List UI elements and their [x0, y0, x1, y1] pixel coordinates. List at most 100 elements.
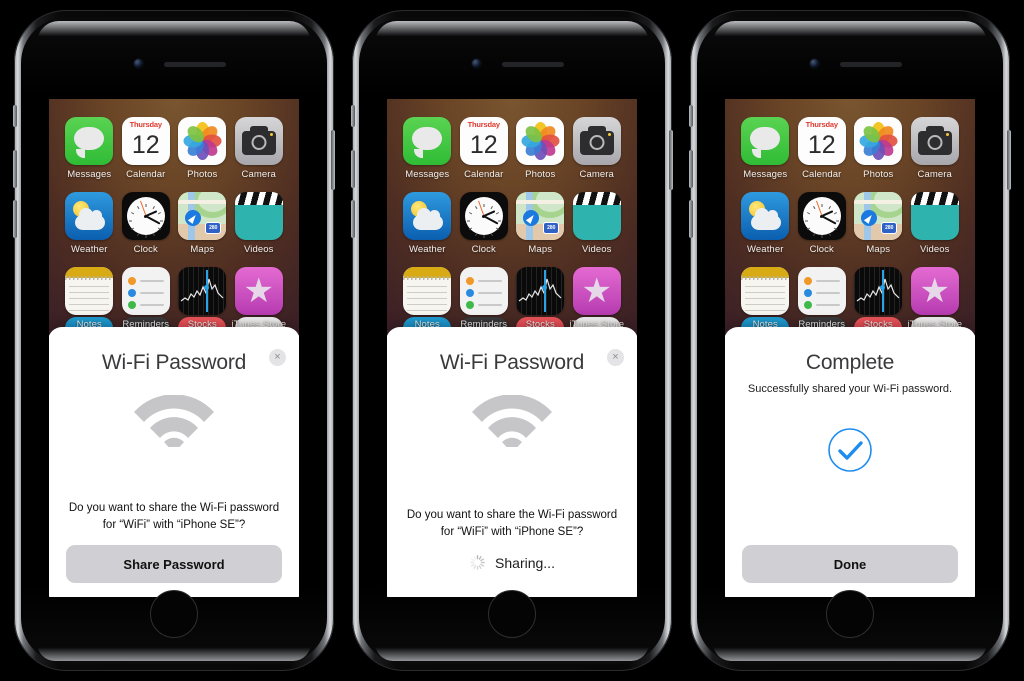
- app-icon-itunes-store[interactable]: ★ iTunes Store: [231, 267, 288, 330]
- app-icon-clock[interactable]: Clock: [456, 192, 513, 255]
- maps-route-shield: 280: [543, 222, 560, 234]
- app-icon-stocks[interactable]: Stocks: [512, 267, 569, 330]
- close-icon[interactable]: ×: [607, 349, 624, 366]
- mute-switch[interactable]: [689, 105, 693, 127]
- app-icon-reminders[interactable]: Reminders: [118, 267, 175, 330]
- photos-icon: [516, 117, 565, 165]
- app-icon-stocks[interactable]: Stocks: [850, 267, 907, 330]
- app-icon-clock[interactable]: Clock: [118, 192, 175, 255]
- app-icon-notes[interactable]: Notes: [737, 267, 794, 330]
- app-icon-photos[interactable]: Photos: [174, 117, 231, 180]
- volume-up-button[interactable]: [351, 150, 355, 188]
- success-indicator: [827, 427, 873, 478]
- app-icon-videos[interactable]: Videos: [907, 192, 964, 255]
- checkmark-circle-icon: [828, 428, 872, 472]
- app-icon-reminders[interactable]: Reminders: [456, 267, 513, 330]
- sheet-title: Wi-Fi Password: [101, 351, 247, 374]
- maps-icon: 280: [178, 192, 227, 240]
- reminders-icon: [459, 267, 508, 315]
- app-icon-calendar[interactable]: Thursday 12 Calendar: [456, 117, 513, 180]
- app-icon-weather[interactable]: Weather: [61, 192, 118, 255]
- app-label: Messages: [405, 169, 450, 180]
- app-icon-notes[interactable]: Notes: [399, 267, 456, 330]
- maps-icon: 280: [516, 192, 565, 240]
- app-label: Messages: [67, 169, 112, 180]
- volume-up-button[interactable]: [13, 150, 17, 188]
- app-label: Maps: [190, 244, 215, 255]
- power-button[interactable]: [1007, 130, 1011, 190]
- wifi-icon: [472, 395, 552, 447]
- volume-down-button[interactable]: [351, 200, 355, 238]
- weather-icon: [65, 192, 114, 240]
- app-label: Photos: [187, 169, 218, 180]
- app-label: Weather: [71, 244, 108, 255]
- weather-icon: [741, 192, 790, 240]
- frame-highlight-top: [713, 21, 987, 43]
- app-icon-camera[interactable]: Camera: [569, 117, 626, 180]
- app-icon-messages[interactable]: Messages: [61, 117, 118, 180]
- app-icon-stocks[interactable]: Stocks: [174, 267, 231, 330]
- volume-down-button[interactable]: [13, 200, 17, 238]
- volume-down-button[interactable]: [689, 200, 693, 238]
- app-icon-videos[interactable]: Videos: [569, 192, 626, 255]
- volume-up-button[interactable]: [689, 150, 693, 188]
- app-icon-messages[interactable]: Messages: [399, 117, 456, 180]
- app-label: Maps: [866, 244, 891, 255]
- stocks-icon: [854, 267, 903, 315]
- photos-icon: [854, 117, 903, 165]
- app-label: Photos: [525, 169, 556, 180]
- notes-icon: [403, 267, 452, 315]
- mute-switch[interactable]: [351, 105, 355, 127]
- frame-highlight-top: [37, 21, 311, 43]
- power-button[interactable]: [669, 130, 673, 190]
- phone-bezel: Messages Thursday 12 Calendar Photos Cam…: [21, 17, 327, 664]
- maps-route-shield: 280: [205, 222, 222, 234]
- app-icon-photos[interactable]: Photos: [512, 117, 569, 180]
- app-icon-messages[interactable]: Messages: [737, 117, 794, 180]
- app-icon-camera[interactable]: Camera: [907, 117, 964, 180]
- app-icon-videos[interactable]: Videos: [231, 192, 288, 255]
- share-password-button[interactable]: Share Password: [66, 545, 282, 583]
- home-button[interactable]: [150, 590, 198, 638]
- camera-icon: [572, 117, 621, 165]
- app-label: Videos: [582, 244, 612, 255]
- app-icon-calendar[interactable]: Thursday 12 Calendar: [794, 117, 851, 180]
- wifi-password-sheet: × Wi-Fi Password Do you want to share th…: [387, 327, 637, 597]
- phone-screen: Messages Thursday 12 Calendar Photos Cam…: [725, 99, 975, 597]
- videos-icon: [234, 192, 283, 240]
- close-icon[interactable]: ×: [269, 349, 286, 366]
- complete-sheet: Complete Successfully shared your Wi-Fi …: [725, 327, 975, 597]
- app-icon-calendar[interactable]: Thursday 12 Calendar: [118, 117, 175, 180]
- app-icon-itunes-store[interactable]: ★ iTunes Store: [907, 267, 964, 330]
- app-icon-camera[interactable]: Camera: [231, 117, 288, 180]
- reminders-icon: [121, 267, 170, 315]
- app-icon-maps[interactable]: 280 Maps: [174, 192, 231, 255]
- app-icon-maps[interactable]: 280 Maps: [850, 192, 907, 255]
- sharing-status-row: Sharing...: [469, 554, 555, 571]
- app-icon-weather[interactable]: Weather: [399, 192, 456, 255]
- app-icon-photos[interactable]: Photos: [850, 117, 907, 180]
- app-icon-weather[interactable]: Weather: [737, 192, 794, 255]
- app-icon-clock[interactable]: Clock: [794, 192, 851, 255]
- home-button[interactable]: [488, 590, 536, 638]
- app-icon-itunes-store[interactable]: ★ iTunes Store: [569, 267, 626, 330]
- photos-icon: [178, 117, 227, 165]
- notes-icon: [65, 267, 114, 315]
- phone-bezel: Messages Thursday 12 Calendar Photos Cam…: [697, 17, 1003, 664]
- clock-icon: [797, 192, 846, 240]
- phone-screen: Messages Thursday 12 Calendar Photos Cam…: [49, 99, 299, 597]
- earpiece-speaker: [502, 62, 564, 67]
- home-button[interactable]: [826, 590, 874, 638]
- app-icon-maps[interactable]: 280 Maps: [512, 192, 569, 255]
- clock-icon: [459, 192, 508, 240]
- phone-3: Messages Thursday 12 Calendar Photos Cam…: [689, 10, 1011, 671]
- mute-switch[interactable]: [13, 105, 17, 127]
- reminders-icon: [797, 267, 846, 315]
- maps-icon: 280: [854, 192, 903, 240]
- app-grid: Messages Thursday 12 Calendar Photos Cam…: [61, 117, 287, 330]
- done-button[interactable]: Done: [742, 545, 958, 583]
- app-icon-notes[interactable]: Notes: [61, 267, 118, 330]
- power-button[interactable]: [331, 130, 335, 190]
- calendar-day: 12: [469, 131, 498, 159]
- app-icon-reminders[interactable]: Reminders: [794, 267, 851, 330]
